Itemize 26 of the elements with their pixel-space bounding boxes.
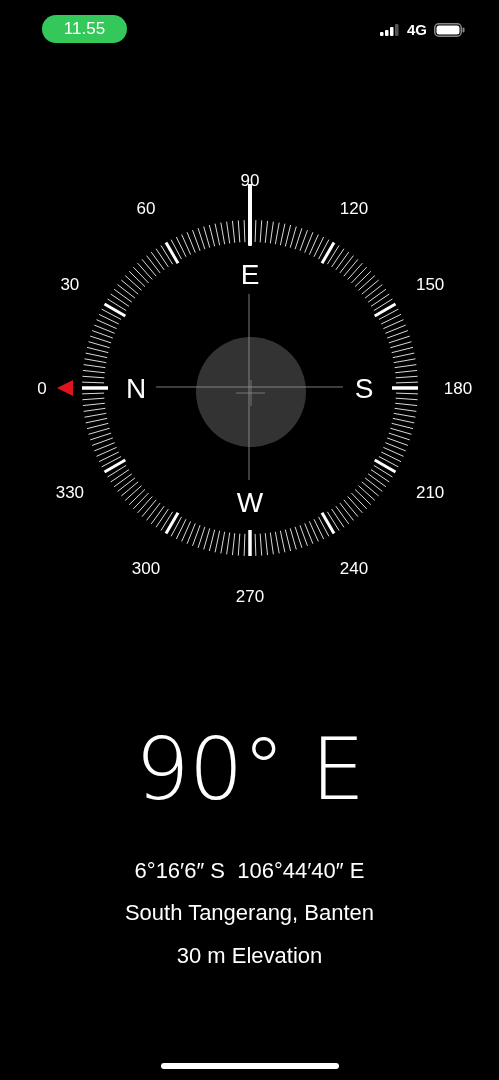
- degree-label: 60: [136, 198, 156, 218]
- heading-indicator: [248, 184, 252, 245]
- battery-icon: [434, 22, 465, 37]
- cardinal-letter: E: [240, 259, 260, 290]
- degree-label: 210: [415, 483, 445, 502]
- time-pill: 11.55: [42, 15, 127, 43]
- degree-label: 150: [415, 275, 445, 294]
- degree-label: 270: [235, 587, 265, 606]
- signal-icon: [380, 23, 400, 36]
- degree-label: 330: [55, 483, 85, 502]
- degree-label: 0: [37, 379, 47, 398]
- cardinal-letter: N: [125, 373, 147, 404]
- coordinates: 6°16′6″ S 106°44′40″ E: [134, 860, 365, 882]
- cardinal-letter: S: [354, 373, 374, 404]
- degree-label: 90: [240, 171, 260, 190]
- heading-reading: 90° E: [134, 726, 365, 812]
- degree-label: 240: [339, 559, 369, 579]
- elevation: 30 m Elevation: [176, 945, 323, 967]
- cardinal-letter: W: [236, 487, 264, 518]
- location-name: South Tangerang, Banten: [124, 902, 375, 924]
- degree-label: 180: [443, 379, 473, 398]
- degree-label: 120: [339, 198, 369, 218]
- north-pointer-icon: [57, 380, 73, 396]
- degree-label: 30: [60, 275, 80, 294]
- degree-label: 300: [131, 559, 161, 579]
- network-label: 4G: [407, 21, 427, 38]
